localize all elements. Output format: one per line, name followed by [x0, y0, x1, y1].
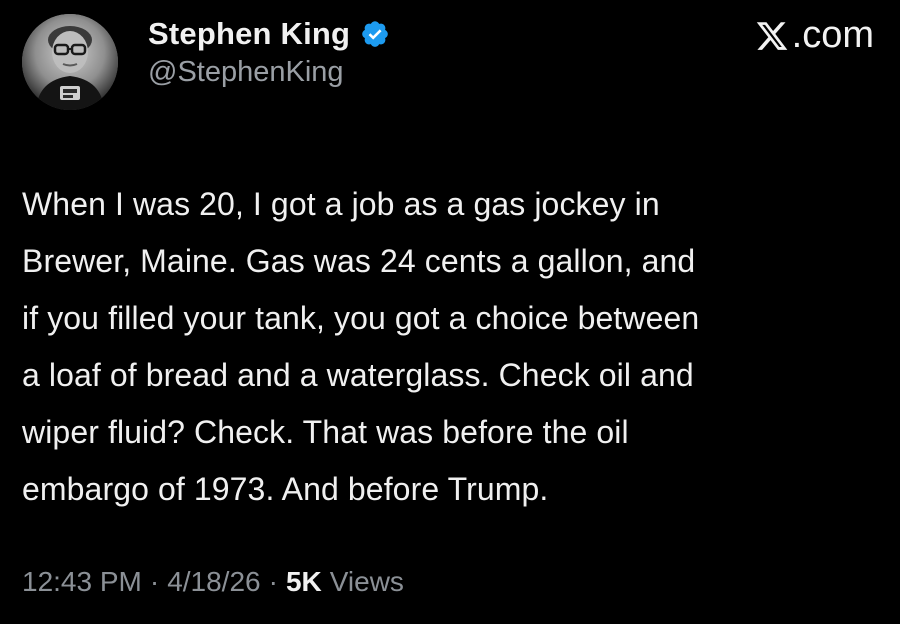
tweet-meta: 12:43 PM · 4/18/26 · 5K Views [22, 566, 404, 598]
name-row: Stephen King [148, 16, 390, 52]
author-avatar[interactable] [22, 14, 118, 110]
tweet-text: When I was 20, I got a job as a gas jock… [22, 186, 700, 507]
author-display-name[interactable]: Stephen King [148, 16, 350, 52]
views-count: 5K [285, 566, 322, 597]
meta-separator: · [149, 566, 160, 597]
author-block: Stephen King @StephenKing [148, 16, 390, 89]
brand-watermark: .com [755, 14, 874, 57]
meta-separator: · [268, 566, 278, 597]
author-handle[interactable]: @StephenKing [148, 56, 390, 89]
brand-label: .com [791, 14, 874, 56]
verified-badge-icon [362, 21, 388, 47]
avatar-portrait-icon [22, 14, 118, 110]
x-logo-icon [756, 21, 787, 50]
tweet-date[interactable]: 4/18/26 [167, 566, 260, 598]
tweet-card: Stephen King @StephenKing .com When I wa… [0, 0, 900, 624]
views-label: Views [329, 566, 404, 597]
tweet-time[interactable]: 12:43 PM [22, 566, 142, 598]
